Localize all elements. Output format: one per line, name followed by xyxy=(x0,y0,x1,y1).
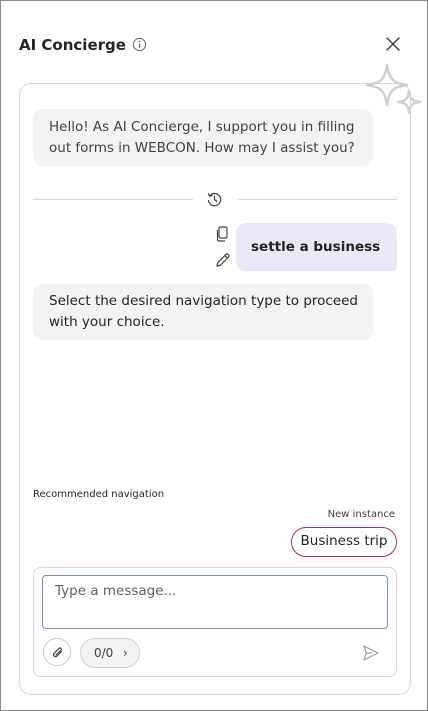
history-icon[interactable] xyxy=(206,191,223,208)
divider xyxy=(237,199,397,200)
assistant-reply-message: Select the desired navigation type to pr… xyxy=(33,284,373,340)
info-icon[interactable] xyxy=(132,37,147,52)
attach-button[interactable] xyxy=(43,638,71,666)
counter-value: 0/0 xyxy=(94,646,114,660)
chevron-right-icon: › xyxy=(123,646,128,660)
suggestion-counter[interactable]: 0/0 › xyxy=(80,638,140,668)
panel-title: AI Concierge xyxy=(19,36,126,54)
user-message: settle a business trip xyxy=(236,223,397,303)
recommended-navigation-label: Recommended navigation xyxy=(33,489,165,500)
copy-icon[interactable] xyxy=(213,224,233,244)
close-icon[interactable] xyxy=(384,35,402,53)
new-instance-caption: New instance xyxy=(327,509,395,520)
assistant-greeting-message: Hello! As AI Concierge, I support you in… xyxy=(33,109,373,166)
ai-concierge-panel: AI Concierge Hello! As AI Concierge, I s… xyxy=(0,0,428,711)
divider xyxy=(33,199,193,200)
message-input[interactable] xyxy=(42,575,388,629)
paperclip-icon xyxy=(53,647,63,658)
send-icon[interactable] xyxy=(361,643,381,663)
business-trip-button[interactable]: Business trip xyxy=(291,527,397,557)
edit-icon[interactable] xyxy=(213,250,233,270)
sparkle-icon xyxy=(365,63,422,115)
